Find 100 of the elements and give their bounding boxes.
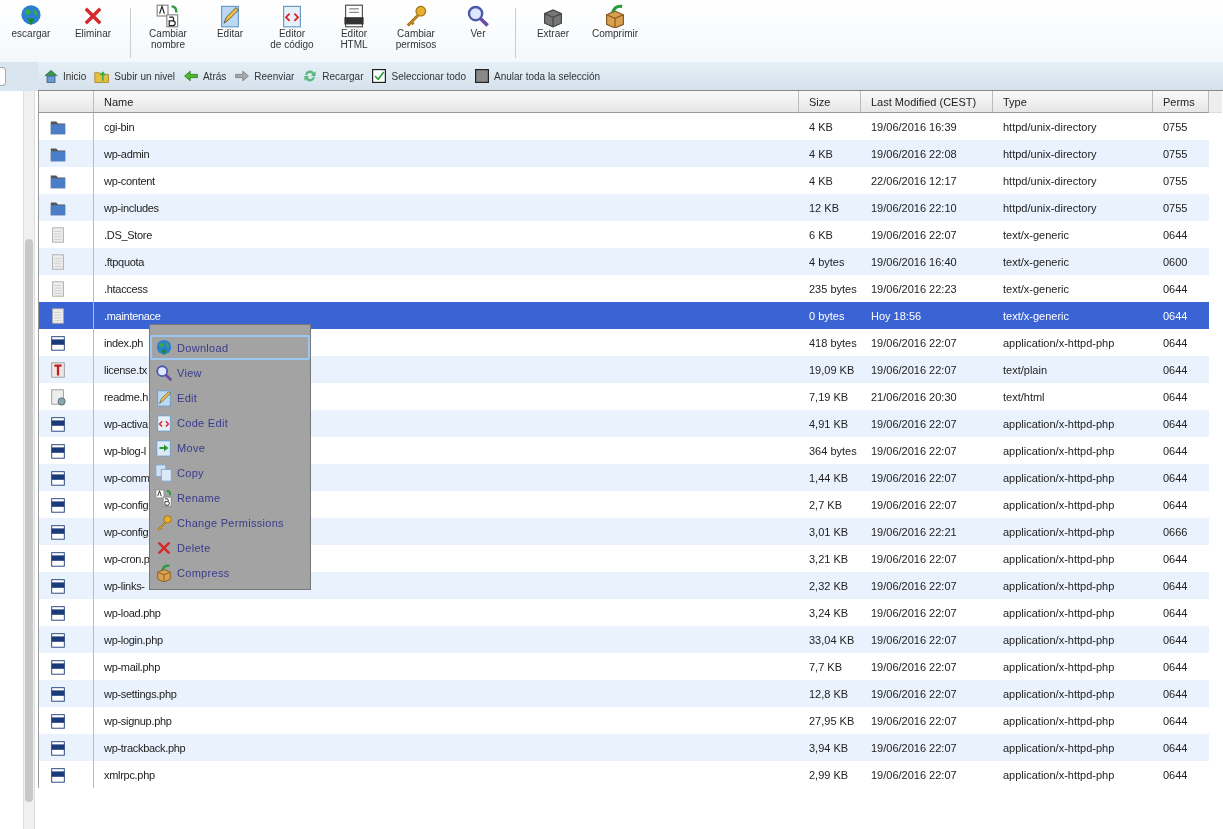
column-header[interactable]: Name xyxy=(94,91,799,113)
table-cell: 19/06/2016 22:07 xyxy=(861,626,993,653)
table-cell: Hoy 18:56 xyxy=(861,302,993,329)
php-file-icon xyxy=(49,441,67,460)
nav-button[interactable]: Recargar xyxy=(302,68,364,84)
reload-icon xyxy=(302,68,319,84)
table-cell: 4 bytes xyxy=(799,248,861,275)
nav-button[interactable]: Reenviar xyxy=(234,68,295,84)
toolbar-button[interactable]: Cambiar permisos xyxy=(385,4,447,50)
table-cell: 0666 xyxy=(1153,518,1209,545)
table-cell: application/x-httpd-php xyxy=(993,464,1153,491)
html-page-icon xyxy=(342,4,366,28)
table-cell: application/x-httpd-php xyxy=(993,410,1153,437)
nav-button[interactable]: Seleccionar todo xyxy=(371,68,466,84)
file-name[interactable]: .maintenace xyxy=(94,302,799,329)
text-file-icon xyxy=(49,360,67,379)
letters-icon xyxy=(155,488,173,507)
pencil-page-icon xyxy=(155,388,173,407)
header-cell xyxy=(1209,91,1222,113)
table-cell: 19,09 KB xyxy=(799,356,861,383)
php-file-icon xyxy=(49,414,67,433)
table-cell: 1,44 KB xyxy=(799,464,861,491)
toolbar-button[interactable]: Editor HTML xyxy=(323,4,385,50)
table-cell: 0644 xyxy=(1153,302,1209,329)
column-header[interactable]: Perms xyxy=(1153,91,1209,113)
php-file-icon xyxy=(49,684,67,703)
toolbar-button[interactable]: escargar xyxy=(0,4,62,39)
menu-item[interactable]: Download xyxy=(150,335,310,360)
nav-button[interactable]: Anular toda la selección xyxy=(473,68,601,84)
table-cell: 3,01 KB xyxy=(799,518,861,545)
toolbar-button[interactable]: Ver xyxy=(447,4,509,39)
table-cell: 19/06/2016 22:07 xyxy=(861,410,993,437)
table-cell: 19/06/2016 16:40 xyxy=(861,248,993,275)
left-arrow-icon xyxy=(182,68,199,84)
globe-icon xyxy=(155,338,173,357)
table-cell: httpd/unix-directory xyxy=(993,194,1153,221)
table-cell: 0644 xyxy=(1153,410,1209,437)
table-cell: text/x-generic xyxy=(993,248,1153,275)
toolbar-button[interactable]: Cambiar nombre xyxy=(137,4,199,50)
toolbar-button[interactable]: Extraer xyxy=(522,4,584,39)
document-icon xyxy=(49,306,67,325)
pencil-page-icon xyxy=(218,4,242,28)
php-file-icon xyxy=(49,333,67,352)
php-file-icon xyxy=(49,657,67,676)
scrollbar[interactable] xyxy=(23,91,35,829)
table-cell: 0644 xyxy=(1153,680,1209,707)
document-icon xyxy=(49,225,67,244)
table-cell: 0644 xyxy=(1153,734,1209,761)
table-cell: 0 bytes xyxy=(799,302,861,329)
php-file-icon xyxy=(49,765,67,784)
toolbar-button[interactable]: Eliminar xyxy=(62,4,124,39)
table-cell: text/plain xyxy=(993,356,1153,383)
file-name[interactable]: wp-login.php xyxy=(94,626,799,653)
parcel-icon xyxy=(603,4,627,28)
php-file-icon xyxy=(49,630,67,649)
table-cell: 3,94 KB xyxy=(799,734,861,761)
key-icon xyxy=(404,4,428,28)
toolbar-button[interactable]: Comprimir xyxy=(584,4,646,39)
table-cell: 0755 xyxy=(1153,194,1209,221)
table-cell: 4,91 KB xyxy=(799,410,861,437)
toolbar-button[interactable]: Editar xyxy=(199,4,261,39)
file-name[interactable]: .ftpquota xyxy=(94,248,799,275)
key-icon xyxy=(155,513,173,532)
magnifier-icon xyxy=(466,4,490,28)
php-file-icon xyxy=(49,576,67,595)
menu-item[interactable]: Move xyxy=(150,435,310,460)
nav-button[interactable]: Subir un nivel xyxy=(94,68,175,84)
php-file-icon xyxy=(49,522,67,541)
table-cell: 19/06/2016 22:07 xyxy=(861,572,993,599)
file-name[interactable]: wp-settings.php xyxy=(94,680,799,707)
php-file-icon xyxy=(49,738,67,757)
search-field[interactable] xyxy=(0,67,6,86)
table-cell: application/x-httpd-php xyxy=(993,734,1153,761)
column-header[interactable]: Type xyxy=(993,91,1153,113)
menu-item[interactable]: Code Edit xyxy=(150,410,310,435)
toolbar-button[interactable]: Editor de código xyxy=(261,4,323,50)
document-icon xyxy=(49,252,67,271)
nav-button[interactable]: Atrás xyxy=(182,68,227,84)
magnifier-icon xyxy=(155,363,173,382)
pages-icon xyxy=(155,463,173,482)
document-icon xyxy=(49,279,67,298)
letters-icon xyxy=(156,4,180,28)
nav-button[interactable]: Inicio xyxy=(43,68,87,84)
file-name[interactable]: wp-trackback.php xyxy=(94,734,799,761)
file-name[interactable]: wp-includes xyxy=(94,194,799,221)
menu-item[interactable]: View xyxy=(150,360,310,385)
table-cell: 4 KB xyxy=(799,140,861,167)
globe-icon xyxy=(19,4,43,28)
table-cell: 12,8 KB xyxy=(799,680,861,707)
php-file-icon xyxy=(49,495,67,514)
parcel-icon xyxy=(155,563,173,582)
menu-item[interactable]: Edit xyxy=(150,385,310,410)
php-file-icon xyxy=(49,603,67,622)
file-name[interactable]: wp-admin xyxy=(94,140,799,167)
column-header[interactable]: Last Modified (CEST) xyxy=(861,91,993,113)
table-cell: application/x-httpd-php xyxy=(993,572,1153,599)
code-page-icon xyxy=(155,413,173,432)
table-cell: 0644 xyxy=(1153,626,1209,653)
php-file-icon xyxy=(49,468,67,487)
column-header[interactable]: Size xyxy=(799,91,861,113)
